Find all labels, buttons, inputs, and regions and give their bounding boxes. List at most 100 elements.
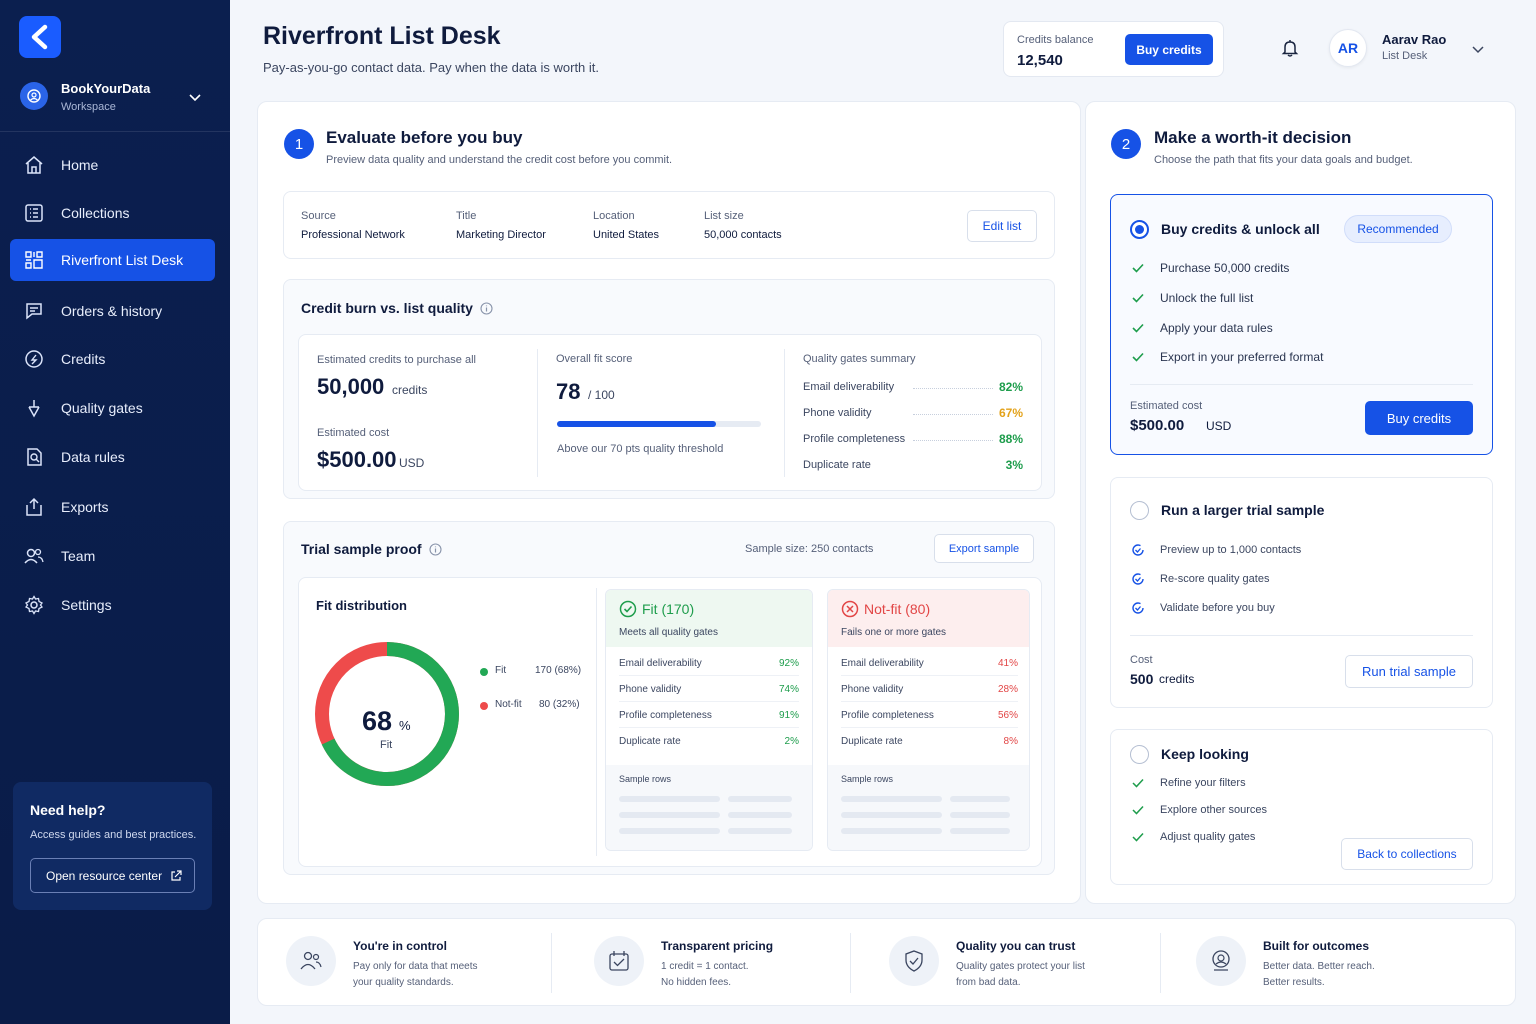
quality-gates-icon [23, 397, 45, 419]
value-prop-line: Quality gates protect your list [956, 961, 1085, 972]
sidebar-item-label: Orders & history [61, 303, 163, 319]
sidebar-item-team[interactable]: Team [10, 535, 215, 577]
option-keep-looking[interactable]: Keep looking Refine your filters Explore… [1110, 729, 1493, 885]
export-sample-button[interactable]: Export sample [934, 534, 1034, 563]
check-icon [1132, 832, 1144, 842]
not-fit-metric-row: Duplicate rate 8% [841, 728, 1018, 754]
trial-sample-title: Trial sample proof [301, 541, 442, 557]
sidebar-item-settings[interactable]: Settings [10, 584, 215, 626]
check-icon [1132, 323, 1144, 333]
fit-card-title-text: Fit (170) [642, 601, 695, 617]
divider [1160, 933, 1161, 993]
radio-unselected[interactable] [1130, 501, 1149, 520]
metric-name: Profile completeness [841, 710, 934, 721]
credit-burn-title: Credit burn vs. list quality [301, 300, 493, 316]
metric-name: Duplicate rate [619, 736, 681, 747]
page-subtitle: Pay-as-you-go contact data. Pay when the… [263, 60, 600, 75]
skeleton-line [619, 796, 720, 802]
info-icon[interactable] [429, 542, 442, 556]
feature-text: Re-score quality gates [1160, 573, 1270, 585]
filter-label: Title [456, 210, 477, 222]
feature-text: Export in your preferred format [1160, 350, 1324, 364]
not-fit-card-header: Not-fit (80) Fails one or more gates [828, 590, 1029, 647]
skeleton-line [728, 812, 792, 818]
back-chevron-icon [31, 24, 48, 50]
fit-metric-row: Phone validity 74% [619, 676, 799, 702]
bell-icon[interactable] [1280, 38, 1300, 58]
page-title: Riverfront List Desk [263, 22, 501, 50]
estimated-cost-label: Estimated cost [1130, 400, 1203, 412]
refresh-check-icon [1132, 544, 1144, 556]
sidebar-item-orders-history[interactable]: Orders & history [10, 290, 215, 332]
home-icon [23, 154, 45, 176]
credits-balance-value: 12,540 [1017, 52, 1063, 69]
skeleton-line [950, 796, 1010, 802]
metric-value: 41% [997, 658, 1018, 669]
option-feature: Purchase 50,000 credits [1131, 261, 1289, 275]
metric-value: 28% [997, 684, 1018, 695]
sidebar-item-quality-gates[interactable]: Quality gates [10, 387, 215, 429]
sidebar-item-collections[interactable]: Collections [10, 192, 215, 234]
sample-rows-area: Sample rows [828, 765, 1029, 850]
skeleton-line [841, 812, 942, 818]
not-fit-card-title: Not-fit (80) [841, 600, 930, 618]
app-logo[interactable] [19, 16, 61, 58]
filter-value: 50,000 contacts [704, 229, 782, 241]
fit-score-label: Overall fit score [556, 353, 633, 365]
value-prop-title: Transparent pricing [661, 939, 774, 953]
value-prop-title: Quality you can trust [956, 939, 1076, 953]
estimated-cost-value: $500.00 [1130, 417, 1185, 434]
metric-value: 56% [997, 710, 1018, 721]
fit-card-title: Fit (170) [619, 600, 694, 618]
workspace-type: Workspace [61, 101, 116, 113]
edit-list-button[interactable]: Edit list [967, 210, 1037, 242]
option-buy-credits[interactable]: Buy credits & unlock all Recommended Pur… [1110, 194, 1493, 455]
user-avatar[interactable]: AR [1329, 29, 1367, 67]
filter-label: List size [704, 210, 744, 222]
sidebar-item-home[interactable]: Home [10, 144, 215, 186]
divider [784, 349, 785, 477]
skeleton-line [841, 828, 942, 834]
trial-sample-inner: Fit distribution 68 % Fit Fit 170 (68%) … [298, 577, 1042, 867]
option-feature: Unlock the full list [1131, 291, 1253, 305]
fit-score-note: Above our 70 pts quality threshold [557, 443, 724, 455]
workspace-switcher[interactable]: BookYourData Workspace [20, 80, 220, 120]
fit-metric-row: Duplicate rate 2% [619, 728, 799, 754]
value-props-footer: You're in control Pay only for data that… [257, 918, 1516, 1006]
sidebar-item-credits[interactable]: Credits [10, 338, 215, 380]
metric-name: Phone validity [619, 684, 682, 695]
header-buy-credits-button[interactable]: Buy credits [1125, 34, 1213, 65]
back-to-collections-button[interactable]: Back to collections [1341, 838, 1473, 870]
not-fit-metric-row: Profile completeness 56% [841, 702, 1018, 728]
option-feature: Re-score quality gates [1131, 572, 1269, 586]
radio-selected[interactable] [1130, 220, 1149, 239]
sidebar-item-riverfront-list-desk[interactable]: Riverfront List Desk [10, 239, 215, 281]
fit-breakdown-card: Fit (170) Meets all quality gates Email … [605, 589, 813, 851]
credit-burn-title-text: Credit burn vs. list quality [301, 300, 473, 316]
refresh-check-icon [1132, 602, 1144, 614]
value-prop-text: Quality gates protect your list from bad … [956, 959, 1106, 991]
sidebar-item-data-rules[interactable]: Data rules [10, 436, 215, 478]
value-prop-line: Better data. Better reach. [1263, 961, 1375, 972]
metric-name: Email deliverability [841, 658, 924, 669]
feature-text: Apply your data rules [1160, 321, 1273, 335]
radio-unselected[interactable] [1130, 745, 1149, 764]
buy-credits-button[interactable]: Buy credits [1365, 401, 1473, 435]
help-button-label: Open resource center [46, 868, 163, 883]
info-icon[interactable] [480, 301, 493, 315]
legend-dot-fit [480, 668, 488, 676]
option-larger-trial[interactable]: Run a larger trial sample Preview up to … [1110, 477, 1493, 708]
feature-text: Refine your filters [1160, 777, 1246, 789]
settings-icon [23, 594, 45, 616]
check-icon [1132, 352, 1144, 362]
user-menu-chevron-icon[interactable] [1471, 42, 1485, 56]
feature-text: Explore other sources [1160, 804, 1267, 816]
sidebar-item-exports[interactable]: Exports [10, 486, 215, 528]
run-trial-sample-button[interactable]: Run trial sample [1345, 655, 1473, 688]
divider [1130, 384, 1473, 385]
open-resource-center-button[interactable]: Open resource center [30, 858, 195, 893]
quality-gate-row: Profile completeness 88% [803, 432, 1023, 453]
gate-name: Email deliverability [803, 381, 895, 393]
x-circle-icon [841, 600, 859, 618]
credits-icon [23, 348, 45, 370]
